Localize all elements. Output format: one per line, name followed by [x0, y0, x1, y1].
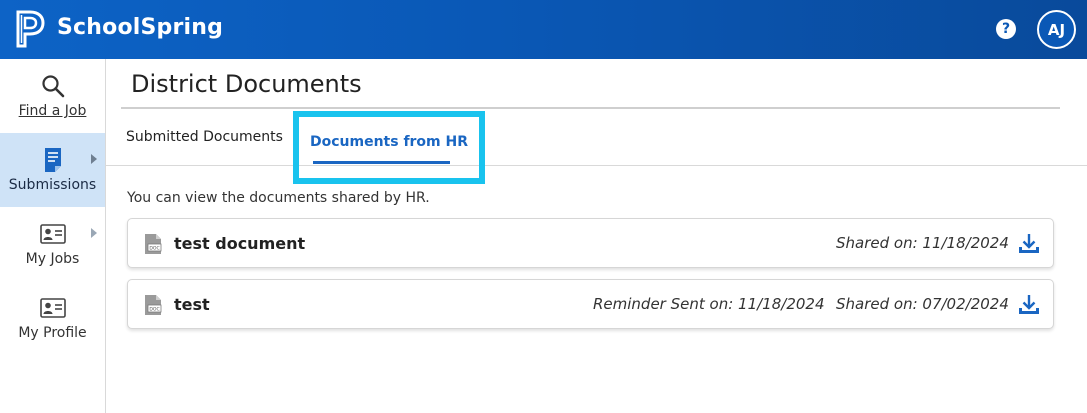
svg-text:DOC: DOC	[149, 246, 159, 252]
document-tabs: Submitted Documents Documents from HR	[106, 109, 1087, 184]
sidebar-item-label: Submissions	[8, 177, 97, 193]
id-card-icon	[39, 221, 66, 247]
sidebar-item-find-a-job[interactable]: Find a Job	[0, 59, 105, 133]
document-name[interactable]: test	[174, 295, 210, 314]
sidebar-item-submissions[interactable]: Submissions	[0, 133, 105, 207]
search-icon	[40, 73, 66, 99]
download-icon[interactable]	[1017, 294, 1041, 316]
tab-submitted-documents[interactable]: Submitted Documents	[126, 109, 283, 165]
page-title: District Documents	[131, 70, 362, 98]
help-icon[interactable]: ?	[996, 19, 1016, 39]
document-row[interactable]: DOC test document Shared on: 11/18/2024	[127, 218, 1054, 268]
sidebar: Find a Job Submissions My Jobs My Profil…	[0, 59, 106, 413]
schoolspring-logo-icon[interactable]	[15, 10, 47, 48]
doc-file-icon: DOC	[143, 294, 163, 316]
document-row[interactable]: DOC test Reminder Sent on: 11/18/2024 Sh…	[127, 279, 1054, 329]
chevron-right-icon	[91, 154, 97, 164]
sidebar-item-my-profile[interactable]: My Profile	[0, 281, 105, 355]
sidebar-item-my-jobs[interactable]: My Jobs	[0, 207, 105, 281]
sidebar-item-label: My Jobs	[25, 251, 80, 267]
top-bar: SchoolSpring ? AJ	[0, 0, 1087, 59]
svg-text:DOC: DOC	[149, 307, 159, 313]
id-card-icon	[39, 295, 66, 321]
shared-date: Shared on: 11/18/2024	[836, 234, 1009, 252]
sidebar-item-label: Find a Job	[18, 103, 87, 119]
reminder-date: Reminder Sent on: 11/18/2024	[593, 295, 825, 313]
user-avatar[interactable]: AJ	[1037, 10, 1076, 49]
sidebar-item-label: My Profile	[18, 325, 87, 341]
doc-file-icon: DOC	[143, 233, 163, 255]
brand-name[interactable]: SchoolSpring	[57, 15, 223, 40]
tab-label: Submitted Documents	[126, 129, 283, 145]
chevron-right-icon	[91, 228, 97, 238]
document-icon	[40, 147, 66, 173]
document-name[interactable]: test document	[174, 234, 305, 253]
active-tab-indicator	[313, 161, 450, 164]
tab-documents-from-hr[interactable]: Documents from HR	[293, 111, 485, 184]
intro-text: You can view the documents shared by HR.	[127, 190, 430, 206]
shared-date: Shared on: 07/02/2024	[836, 295, 1009, 313]
tab-label: Documents from HR	[309, 133, 469, 150]
download-icon[interactable]	[1017, 233, 1041, 255]
